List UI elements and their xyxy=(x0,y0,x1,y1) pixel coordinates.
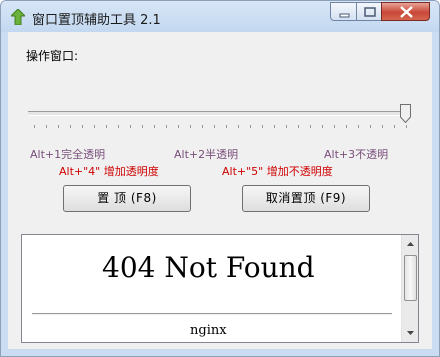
title-bar[interactable]: 窗口置顶辅助工具 2.1 xyxy=(1,1,439,32)
slider-tick xyxy=(226,125,227,128)
slider-tick xyxy=(274,125,275,128)
slider-tick xyxy=(322,125,323,128)
slider-tick xyxy=(334,125,335,128)
maximize-button[interactable] xyxy=(356,2,382,21)
slider-tick xyxy=(382,125,383,128)
page-heading: 404 Not Found xyxy=(102,251,315,284)
slider-tick xyxy=(70,125,71,128)
slider-tick xyxy=(154,125,155,128)
hint-alt5: Alt+"5" 增加不透明度 xyxy=(222,165,333,178)
slider-tick xyxy=(142,125,143,128)
slider-tick xyxy=(310,125,311,128)
close-button[interactable] xyxy=(381,2,430,21)
slider-tick xyxy=(394,125,395,128)
slider-tick xyxy=(370,125,371,128)
scroll-up-arrow-icon[interactable] xyxy=(404,238,417,251)
scrollbar-thumb[interactable] xyxy=(404,255,417,301)
vertical-scrollbar[interactable] xyxy=(401,235,418,342)
slider-tick xyxy=(34,125,35,128)
slider-tick xyxy=(262,125,263,128)
window-title: 窗口置顶辅助工具 2.1 xyxy=(32,13,161,28)
slider-tick xyxy=(106,125,107,128)
app-window: 窗口置顶辅助工具 2.1 操作窗口: Alt+1完全透明 Alt+2半透明 Al… xyxy=(0,0,440,357)
slider-tick xyxy=(190,125,191,128)
divider xyxy=(32,313,392,315)
client-area: 操作窗口: Alt+1完全透明 Alt+2半透明 Alt+3不透明 Alt+"4… xyxy=(8,32,432,349)
slider-tick xyxy=(166,125,167,128)
slider-tick xyxy=(178,125,179,128)
slider-tick xyxy=(82,125,83,128)
slider-tick xyxy=(130,125,131,128)
maximize-icon xyxy=(364,7,376,17)
slider-tick xyxy=(238,125,239,128)
opacity-slider-track[interactable] xyxy=(28,111,410,116)
slider-tick xyxy=(94,125,95,128)
target-window-preview[interactable]: 404 Not Found nginx xyxy=(21,234,419,343)
slider-tick xyxy=(202,125,203,128)
close-icon xyxy=(400,6,413,18)
slider-tick xyxy=(250,125,251,128)
slider-tick xyxy=(118,125,119,128)
slider-tick xyxy=(346,125,347,128)
hint-alt4: Alt+"4" 增加透明度 xyxy=(59,165,159,178)
slider-tick xyxy=(358,125,359,128)
hint-alt3: Alt+3不透明 xyxy=(324,148,389,161)
slider-tick xyxy=(46,125,47,128)
hint-alt2: Alt+2半透明 xyxy=(174,148,239,161)
unpin-button[interactable]: 取消置顶 (F9) xyxy=(242,185,370,212)
opacity-slider-thumb[interactable] xyxy=(400,104,411,123)
scroll-down-arrow-icon[interactable] xyxy=(404,326,417,339)
slider-tick xyxy=(286,125,287,128)
hint-alt1: Alt+1完全透明 xyxy=(30,148,106,161)
minimize-button[interactable] xyxy=(330,2,357,21)
slider-tick xyxy=(298,125,299,128)
minimize-icon xyxy=(339,13,350,18)
pin-on-top-button[interactable]: 置 顶 (F8) xyxy=(63,185,191,212)
up-arrow-app-icon xyxy=(11,9,25,25)
slider-tick xyxy=(214,125,215,128)
server-footer: nginx xyxy=(190,323,227,338)
slider-tick xyxy=(406,125,407,128)
operate-window-label: 操作窗口: xyxy=(26,49,79,63)
slider-tick xyxy=(58,125,59,128)
